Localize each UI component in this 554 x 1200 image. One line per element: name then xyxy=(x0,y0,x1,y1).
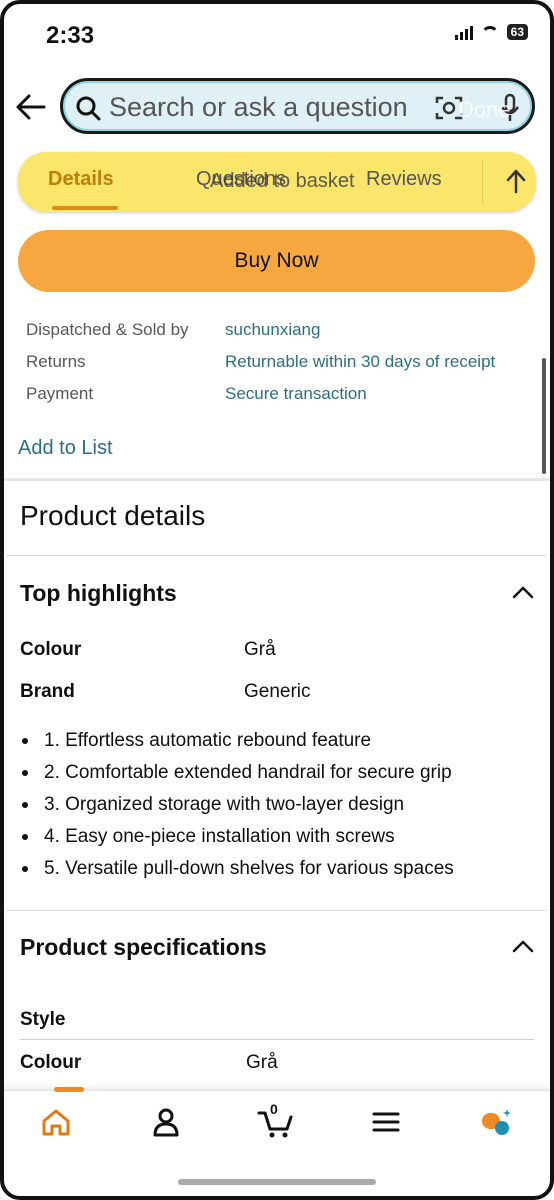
back-arrow-icon[interactable] xyxy=(14,90,48,124)
spec-colour-value: Grå xyxy=(246,1052,278,1073)
wifi-icon xyxy=(480,26,499,38)
menu-icon[interactable] xyxy=(366,1103,406,1141)
done-overlay-label[interactable]: Done xyxy=(458,97,511,123)
divider xyxy=(6,555,546,556)
search-input[interactable] xyxy=(109,91,439,123)
home-indicator-bar xyxy=(178,1179,376,1185)
status-icons: 63 xyxy=(454,24,528,40)
rufus-assistant-icon[interactable] xyxy=(476,1103,516,1141)
search-icon xyxy=(76,96,101,121)
home-icon[interactable] xyxy=(36,1103,76,1141)
chevron-up-icon[interactable] xyxy=(512,585,534,599)
account-icon[interactable] xyxy=(146,1103,186,1141)
returns-label: Returns xyxy=(26,352,86,371)
section-divider xyxy=(0,478,554,481)
payment-label: Payment xyxy=(26,384,94,403)
attr-label-brand: Brand xyxy=(20,681,75,702)
search-box[interactable]: Done xyxy=(60,78,535,134)
scroll-to-top-icon[interactable] xyxy=(504,168,528,194)
buy-now-button[interactable]: Buy Now xyxy=(18,230,535,292)
search-row: Done xyxy=(0,76,554,138)
list-item: 3. Organized storage with two-layer desi… xyxy=(20,792,540,824)
bottom-navigation: 0 xyxy=(0,1087,554,1200)
tab-divider xyxy=(482,160,483,204)
divider xyxy=(20,1039,534,1040)
cart-count-badge: 0 xyxy=(270,1101,278,1117)
product-details-title: Product details xyxy=(20,500,206,531)
active-nav-indicator xyxy=(54,1087,84,1092)
battery-icon: 63 xyxy=(506,24,528,40)
tab-details[interactable]: Details xyxy=(48,168,114,191)
product-specifications-title[interactable]: Product specifications xyxy=(20,934,267,961)
spec-style-label: Style xyxy=(20,1009,66,1030)
section-tabs-bar: Details Questions Added to basket Review… xyxy=(18,152,536,212)
list-item: 1. Effortless automatic rebound feature xyxy=(20,728,540,760)
list-item: 4. Easy one-piece installation with scre… xyxy=(20,824,540,856)
seller-link[interactable]: suchunxiang xyxy=(225,320,320,340)
list-item: 5. Versatile pull-down shelves for vario… xyxy=(20,856,540,888)
top-highlights-title[interactable]: Top highlights xyxy=(20,580,177,607)
dispatched-label: Dispatched & Sold by xyxy=(26,320,189,339)
cart-button[interactable]: 0 xyxy=(256,1101,296,1141)
signal-icon xyxy=(454,24,473,40)
attr-value-colour: Grå xyxy=(244,639,276,660)
list-item: 2. Comfortable extended handrail for sec… xyxy=(20,760,540,792)
status-bar: 2:33 63 xyxy=(0,0,554,68)
status-time: 2:33 xyxy=(46,22,95,49)
tab-reviews[interactable]: Reviews xyxy=(366,168,442,191)
payment-link[interactable]: Secure transaction xyxy=(225,384,367,404)
add-to-list-link[interactable]: Add to List xyxy=(18,437,113,460)
scrollbar[interactable] xyxy=(542,358,546,474)
active-tab-indicator xyxy=(52,206,118,210)
returns-link[interactable]: Returnable within 30 days of receipt xyxy=(225,352,495,372)
divider xyxy=(6,910,546,911)
chevron-up-icon[interactable] xyxy=(512,939,534,953)
attr-value-brand: Generic xyxy=(244,681,311,702)
added-to-basket-toast: Added to basket xyxy=(210,170,355,192)
spec-colour-label: Colour xyxy=(20,1052,82,1073)
attr-label-colour: Colour xyxy=(20,639,82,660)
highlights-list: 1. Effortless automatic rebound feature … xyxy=(20,728,540,888)
